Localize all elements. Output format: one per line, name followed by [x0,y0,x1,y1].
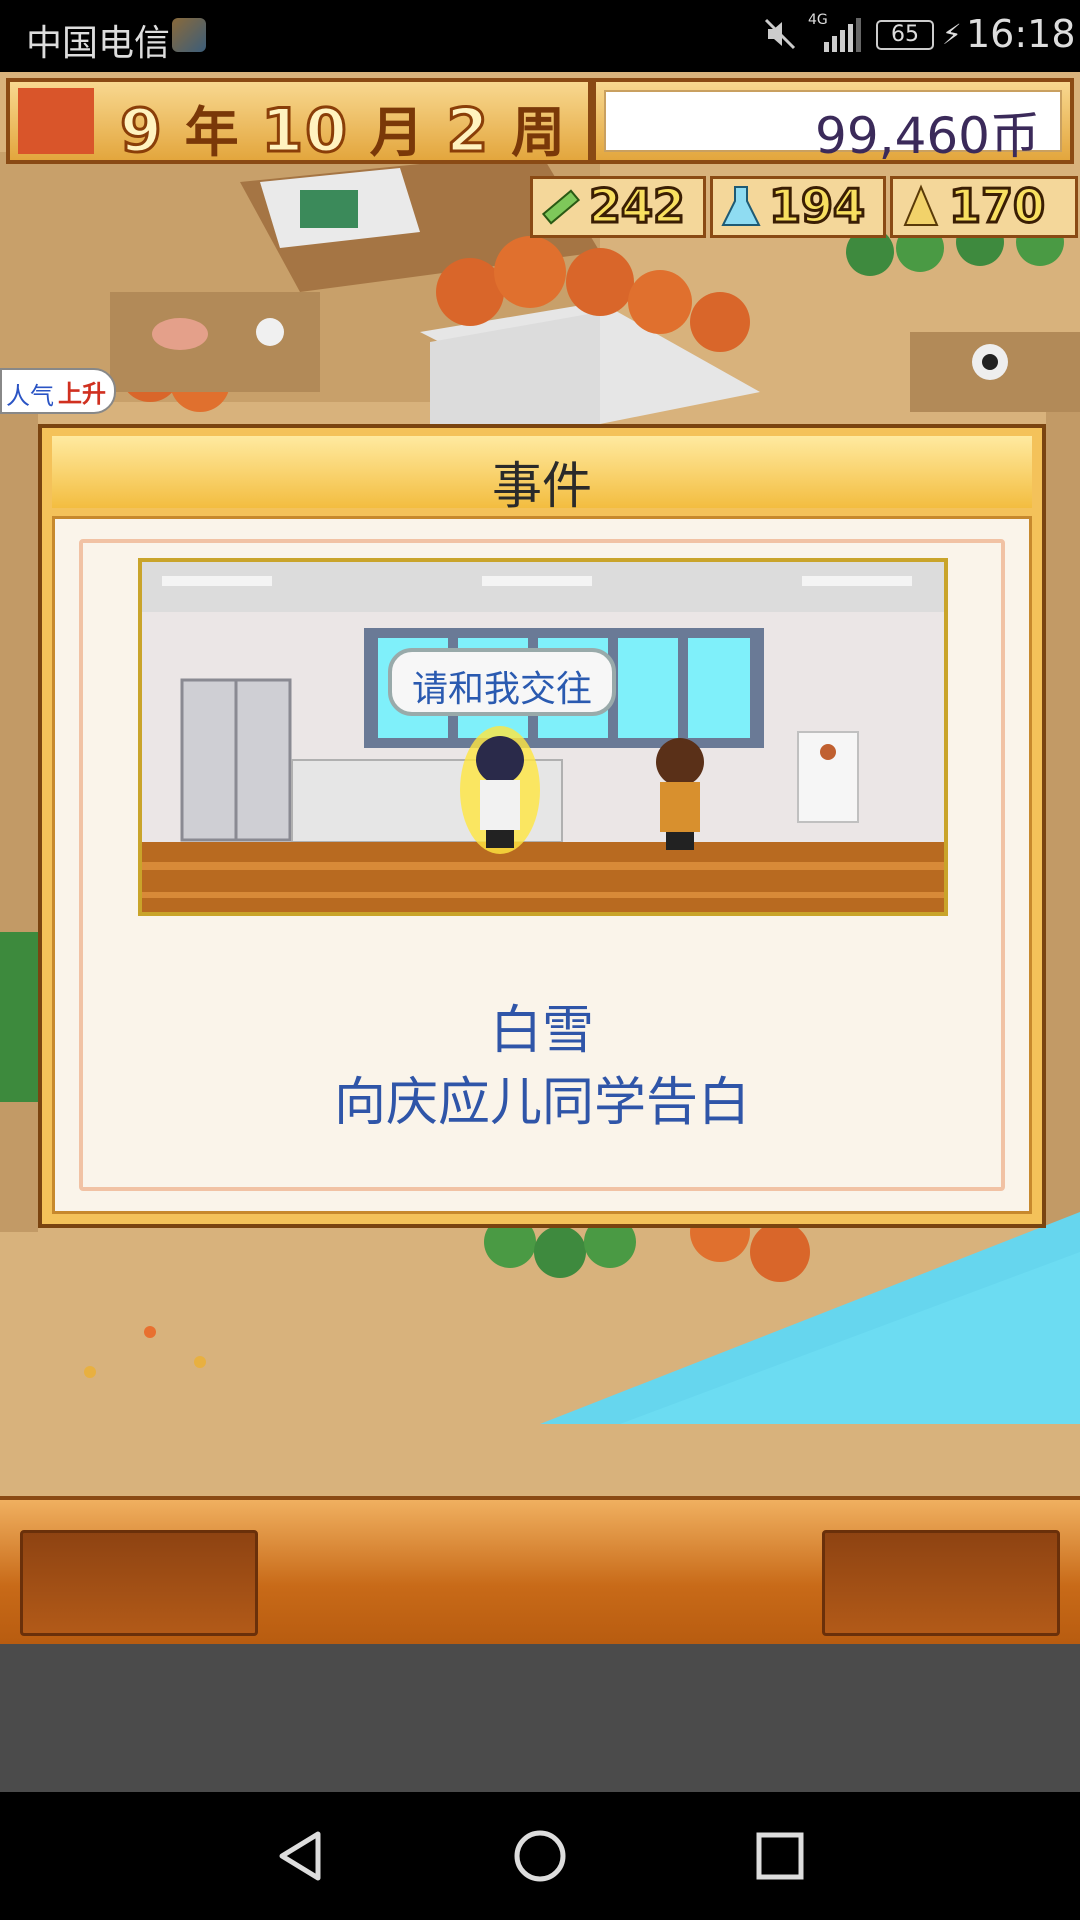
recents-icon[interactable] [750,1826,810,1886]
speech-bubble: 请和我交往 [388,648,616,716]
year-unit: 年 [184,101,241,164]
money-panel: 99,460币 [592,78,1074,165]
mute-icon [764,18,796,50]
speech-text: 请和我交往 [411,669,592,710]
bottom-menu-bar [0,1496,1080,1644]
stats-bar: 242 194 170 [530,176,1078,240]
popularity-label: 人气 [6,382,54,410]
stat-flask-value: 194 [767,178,866,235]
event-character-name: 白雪 [489,1001,594,1061]
money-value: 99,460币 [815,107,1040,165]
maple-leaf-icon [18,88,94,154]
empty-area [0,1644,1080,1792]
stat-flask: 194 [710,176,886,238]
stat-pencil-value: 242 [587,178,686,235]
back-icon[interactable] [270,1826,330,1886]
year-value: 9 [119,95,164,168]
week-unit: 周 [511,101,568,164]
month-unit: 月 [369,101,426,164]
carrier-label: 中国电信 [26,23,171,64]
battery-icon: 65 [876,20,934,50]
event-scene: 请和我交往 [138,558,948,916]
app-notification-icon [172,18,206,52]
right-menu-button[interactable] [822,1530,1060,1636]
signal-icon [824,18,861,52]
stat-trophy-value: 170 [947,178,1046,235]
classroom-illustration [142,562,944,912]
dialog-title: 事件 [492,457,592,515]
clock: 16:18 [966,12,1076,56]
stat-pencil: 242 [530,176,706,238]
status-bar: 中国电信 4G 65 ⚡ 16:18 [0,0,1080,72]
charging-icon: ⚡ [942,18,962,51]
event-dialog[interactable]: 事件 请和我交往 白雪 向庆应儿同学告白 [38,424,1046,1228]
home-icon[interactable] [510,1826,570,1886]
stat-trophy: 170 [890,176,1078,238]
event-description: 向庆应儿同学告白 [333,1073,750,1133]
dialog-titlebar: 事件 [52,436,1032,515]
left-menu-button[interactable] [20,1530,258,1636]
trophy-icon [903,184,939,226]
flask-icon [721,186,761,226]
game-screen[interactable]: 9 年 10 月 2 周 99,460币 242 194 170 人气 上升 事… [0,72,1080,1644]
navigation-bar [0,1792,1080,1920]
popularity-up-badge: 上升 [58,380,106,408]
popularity-badge[interactable]: 人气 上升 [0,368,116,414]
pencil-icon [541,189,581,225]
date-panel: 9 年 10 月 2 周 [6,78,592,168]
month-value: 10 [260,95,349,168]
date-text: 9 年 10 月 2 周 [119,88,568,168]
money-display: 99,460币 [604,90,1062,165]
week-value: 2 [445,95,491,168]
